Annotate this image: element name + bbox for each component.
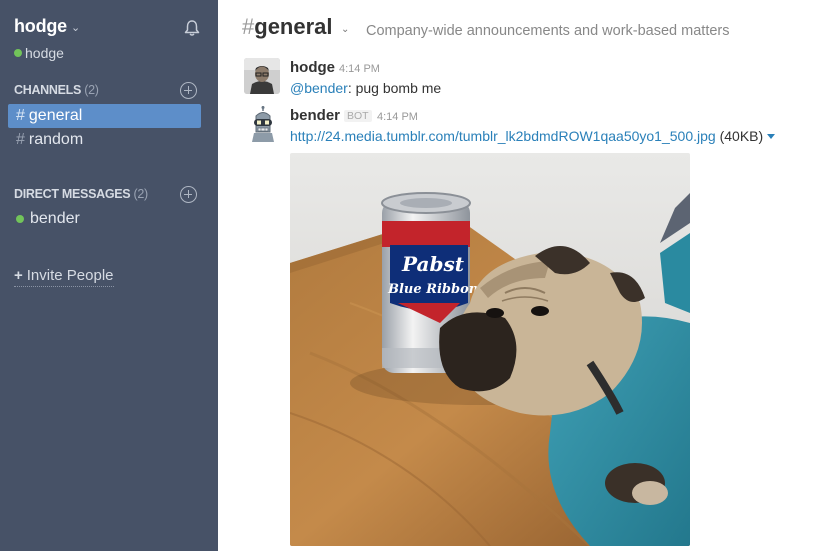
channel-title[interactable]: #general	[242, 14, 333, 40]
message-text: : pug bomb me	[347, 80, 442, 96]
team-name[interactable]: hodge	[14, 16, 67, 37]
plus-icon: +	[14, 267, 23, 284]
invite-people-label: Invite People	[26, 267, 114, 284]
current-user-name: hodge	[25, 45, 64, 61]
message-pane: #general ⌄ Company-wide announcements an…	[218, 0, 820, 551]
channel-title-hash: #	[242, 14, 255, 39]
current-user[interactable]: hodge	[14, 45, 64, 61]
direct-messages-count: (2)	[133, 187, 149, 201]
message-body: http://24.media.tumblr.com/tumblr_lk2bdm…	[290, 128, 776, 144]
can-label-line1: Pabst	[401, 252, 465, 276]
sidebar-item-general[interactable]: # general	[8, 104, 201, 128]
user-photo-icon	[244, 58, 280, 94]
sidebar-item-label: bender	[30, 210, 80, 227]
robot-avatar-icon	[252, 106, 274, 142]
presence-online-icon	[16, 215, 24, 223]
user-mention-link[interactable]: @bender	[290, 80, 348, 96]
sidebar-item-random[interactable]: # random	[0, 128, 218, 152]
direct-messages-header[interactable]: DIRECT MESSAGES (2)	[14, 187, 148, 201]
attachment-size: (40KB)	[719, 128, 764, 144]
sidebar-item-bender[interactable]: bender	[16, 210, 80, 228]
avatar-bender[interactable]	[249, 106, 277, 142]
message-author[interactable]: bender	[290, 107, 340, 124]
message-author[interactable]: hodge	[290, 59, 335, 76]
channels-count: (2)	[84, 83, 99, 97]
avatar-hodge[interactable]	[244, 58, 280, 94]
add-direct-message-icon[interactable]	[180, 186, 197, 203]
bot-badge: BOT	[344, 110, 372, 122]
presence-online-icon	[14, 49, 22, 57]
pug-with-beer-can-image: Pabst Blue Ribbon	[290, 153, 690, 546]
notifications-bell-icon[interactable]	[183, 19, 201, 37]
message-body: @bender: pug bomb me	[290, 80, 441, 96]
direct-messages-label: DIRECT MESSAGES	[14, 187, 131, 201]
channel-menu-caret-icon[interactable]: ⌄	[341, 24, 349, 35]
add-channel-icon[interactable]	[180, 82, 197, 99]
channel-title-name: general	[254, 14, 333, 39]
sidebar-item-label: random	[28, 131, 84, 148]
channels-label: CHANNELS	[14, 83, 82, 97]
message-timestamp[interactable]: 4:14 PM	[377, 111, 418, 123]
attachment-link[interactable]: http://24.media.tumblr.com/tumblr_lk2bdm…	[290, 128, 716, 144]
attachment-toggle-caret-icon[interactable]	[767, 134, 776, 139]
team-menu-caret-icon[interactable]: ⌄	[71, 21, 80, 34]
channel-hash-icon: #	[16, 131, 25, 148]
message-timestamp[interactable]: 4:14 PM	[339, 63, 380, 75]
invite-people-link[interactable]: + Invite People	[14, 267, 114, 287]
channel-hash-icon: #	[16, 107, 25, 124]
attachment-image[interactable]: Pabst Blue Ribbon	[290, 153, 690, 546]
channels-header[interactable]: CHANNELS (2)	[14, 83, 99, 97]
channel-purpose: Company-wide announcements and work-base…	[366, 23, 730, 39]
can-label-line2: Blue Ribbon	[387, 282, 478, 297]
sidebar: hodge ⌄ hodge CHANNELS (2) # general # r…	[0, 0, 218, 551]
sidebar-item-label: general	[28, 107, 83, 124]
